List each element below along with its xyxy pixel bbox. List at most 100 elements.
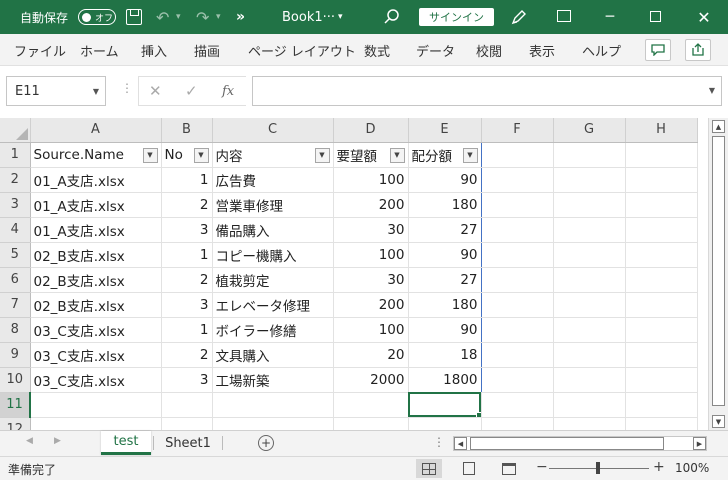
cell[interactable] [481, 417, 554, 430]
cell[interactable] [625, 242, 698, 268]
cell[interactable] [553, 167, 626, 193]
column-header-e[interactable]: E [408, 118, 482, 143]
cell[interactable]: 01_A支店.xlsx [30, 217, 162, 243]
zoom-level[interactable]: 100% [675, 461, 709, 475]
cell[interactable]: 180 [408, 192, 482, 218]
scroll-left-icon[interactable]: ◀ [454, 437, 467, 450]
zoom-out-button[interactable]: − [536, 459, 548, 475]
worksheet-grid[interactable]: A B C D E F G H 1 Source.Name ▼ No ▼ 内容 ▼ 要… [0, 118, 708, 430]
cell[interactable]: 02_B支店.xlsx [30, 267, 162, 293]
cell[interactable] [625, 417, 698, 430]
prev-sheet-icon[interactable]: ◀ [26, 436, 33, 446]
save-icon[interactable] [126, 9, 142, 25]
select-all-button[interactable] [0, 118, 31, 143]
minimize-button[interactable]: ─ [598, 0, 622, 34]
active-cell[interactable] [408, 392, 482, 418]
comments-icon[interactable] [645, 39, 671, 61]
cell[interactable]: 2 [161, 342, 213, 368]
scroll-right-icon[interactable]: ▶ [693, 437, 706, 450]
sheet-tab-test[interactable]: test [101, 431, 151, 455]
maximize-button[interactable] [650, 11, 661, 22]
table-header-cell[interactable]: Source.Name ▼ [30, 142, 162, 168]
cell[interactable]: コピー機購入 [212, 242, 334, 268]
cell[interactable]: 営業車修理 [212, 192, 334, 218]
pen-icon[interactable] [510, 8, 528, 26]
cell[interactable]: 3 [161, 292, 213, 318]
cell[interactable]: 18 [408, 342, 482, 368]
cell[interactable] [553, 417, 626, 430]
cell[interactable]: 90 [408, 167, 482, 193]
cell[interactable] [625, 292, 698, 318]
undo-icon[interactable]: ↶ [156, 0, 169, 34]
name-box[interactable]: E11 ▼ [6, 76, 106, 106]
next-sheet-icon[interactable]: ▶ [54, 436, 61, 446]
more-commands-button[interactable]: » [236, 0, 245, 34]
cell[interactable] [553, 242, 626, 268]
undo-dropdown-icon[interactable]: ▾ [176, 0, 181, 34]
cell[interactable] [553, 217, 626, 243]
cell[interactable] [481, 192, 554, 218]
cell[interactable]: 100 [333, 167, 409, 193]
cell[interactable]: 02_B支店.xlsx [30, 292, 162, 318]
cell[interactable]: 30 [333, 267, 409, 293]
cell[interactable]: 90 [408, 242, 482, 268]
row-header[interactable]: 11 [0, 392, 31, 418]
cell[interactable] [625, 317, 698, 343]
tab-file[interactable]: ファイル [14, 34, 66, 66]
expand-formula-bar-icon[interactable]: ▼ [709, 86, 715, 95]
cell[interactable]: 1800 [408, 367, 482, 393]
add-sheet-icon[interactable]: + [258, 435, 274, 451]
insert-function-icon[interactable]: fx [222, 76, 234, 106]
page-layout-view-button[interactable] [456, 459, 482, 478]
cell[interactable]: 広告費 [212, 167, 334, 193]
column-header-g[interactable]: G [553, 118, 626, 143]
cell[interactable]: 1 [161, 242, 213, 268]
column-header-b[interactable]: B [161, 118, 213, 143]
row-header[interactable]: 5 [0, 242, 31, 268]
horizontal-scrollbar[interactable]: ◀ ▶ [453, 436, 707, 451]
cell[interactable] [481, 142, 554, 168]
row-header[interactable]: 10 [0, 367, 31, 393]
cell[interactable]: 90 [408, 317, 482, 343]
zoom-in-button[interactable]: + [653, 459, 665, 475]
filter-dropdown-icon[interactable]: ▼ [314, 147, 330, 163]
scroll-up-icon[interactable]: ▲ [712, 120, 725, 133]
cell[interactable] [481, 217, 554, 243]
column-header-d[interactable]: D [333, 118, 409, 143]
cell[interactable] [625, 267, 698, 293]
redo-dropdown-icon[interactable]: ▾ [216, 0, 221, 34]
table-header-cell[interactable]: 要望額 ▼ [333, 142, 409, 168]
cell[interactable] [553, 267, 626, 293]
row-header[interactable]: 3 [0, 192, 31, 218]
cell[interactable]: 3 [161, 367, 213, 393]
signin-button[interactable]: サインイン [419, 8, 494, 26]
cell[interactable]: 27 [408, 267, 482, 293]
cell[interactable]: 02_B支店.xlsx [30, 242, 162, 268]
cell[interactable]: 2 [161, 267, 213, 293]
cell[interactable] [553, 142, 626, 168]
cell[interactable] [408, 417, 482, 430]
cell[interactable] [481, 167, 554, 193]
page-break-preview-button[interactable] [496, 459, 522, 478]
cell[interactable]: 01_A支店.xlsx [30, 167, 162, 193]
tab-page-layout[interactable]: ページ レイアウト [248, 34, 356, 66]
cell[interactable] [161, 417, 213, 430]
tab-help[interactable]: ヘルプ [582, 34, 621, 66]
column-header-c[interactable]: C [212, 118, 334, 143]
cell[interactable] [212, 392, 334, 418]
row-header[interactable]: 6 [0, 267, 31, 293]
cell[interactable]: 2 [161, 192, 213, 218]
scroll-down-icon[interactable]: ▼ [712, 415, 725, 428]
table-header-cell[interactable]: 内容 ▼ [212, 142, 334, 168]
cell[interactable] [553, 317, 626, 343]
document-title[interactable]: Book1··· [282, 0, 335, 34]
close-button[interactable]: ✕ [692, 0, 716, 34]
cell[interactable] [30, 392, 162, 418]
cell[interactable] [481, 292, 554, 318]
cell[interactable] [30, 417, 162, 430]
filter-dropdown-icon[interactable]: ▼ [389, 147, 405, 163]
cell[interactable] [481, 392, 554, 418]
cell[interactable]: エレベータ修理 [212, 292, 334, 318]
cell[interactable] [481, 367, 554, 393]
cell[interactable] [625, 342, 698, 368]
